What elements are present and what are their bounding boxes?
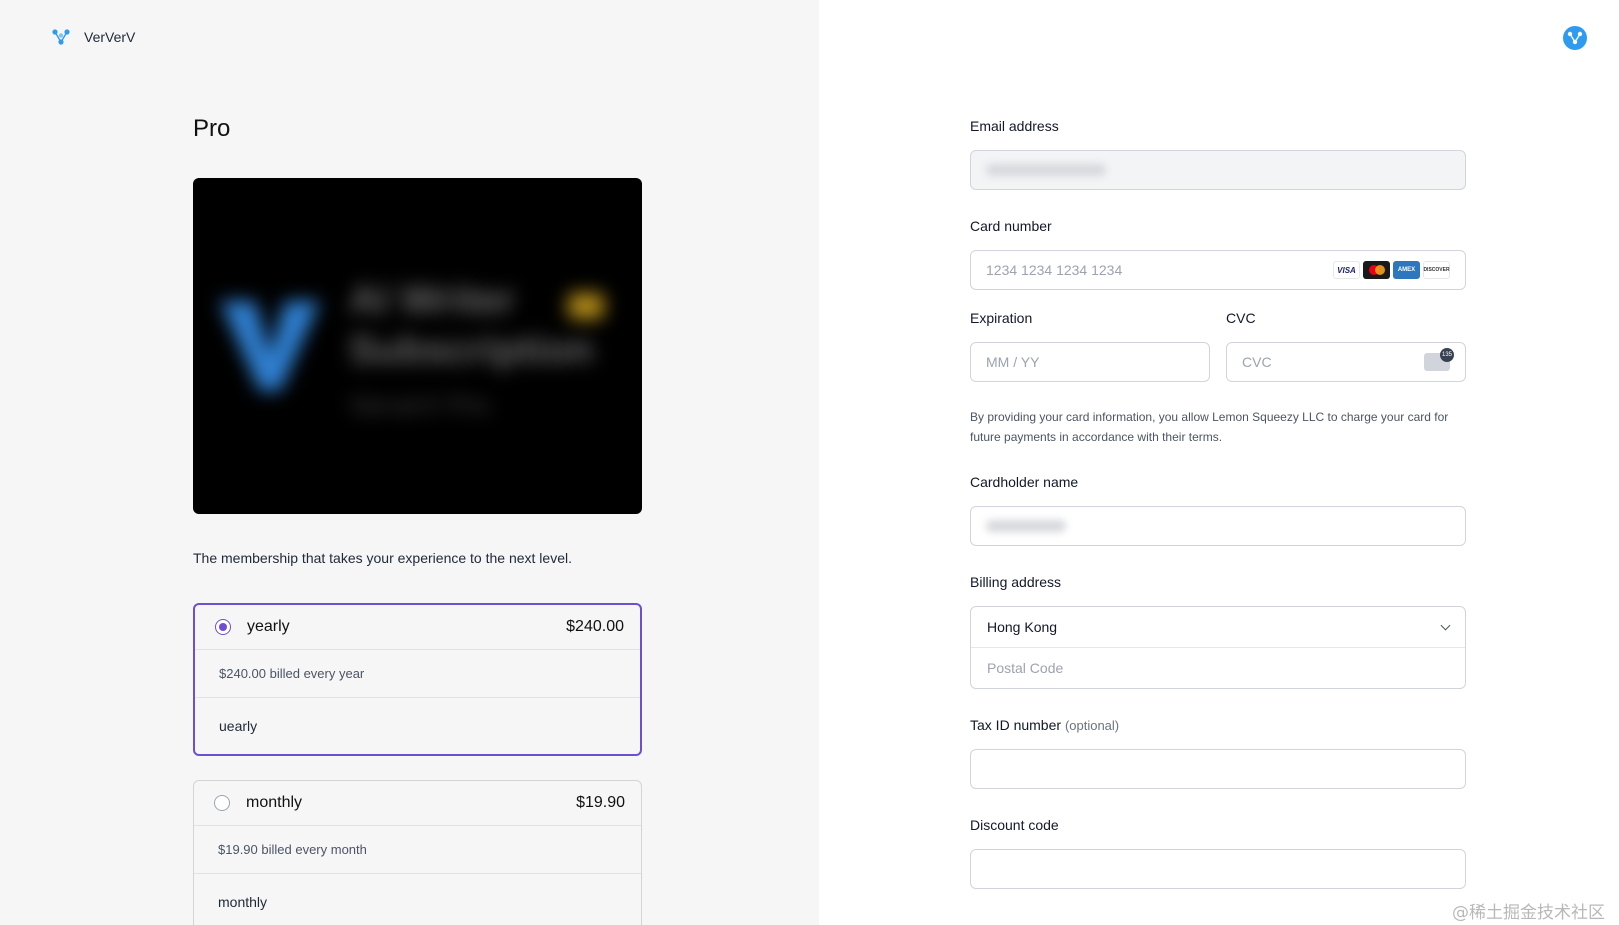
card-brand-icons: VISA AMEX DISCOVER — [1333, 261, 1450, 279]
card-number-input[interactable]: 1234 1234 1234 1234 VISA AMEX DISCOVER — [970, 250, 1466, 290]
country-select[interactable]: Hong Kong — [971, 607, 1465, 648]
avatar-logo-icon — [1567, 31, 1583, 45]
expiration-placeholder: MM / YY — [986, 354, 1040, 370]
postal-code-placeholder: Postal Code — [987, 660, 1064, 676]
amex-icon: AMEX — [1393, 261, 1420, 279]
discount-code-input[interactable] — [970, 849, 1466, 889]
billing-address-label: Billing address — [970, 574, 1062, 590]
cvc-label: CVC — [1226, 310, 1256, 326]
watermark: @稀土掘金技术社区 — [1452, 903, 1605, 923]
card-number-placeholder: 1234 1234 1234 1234 — [986, 262, 1123, 278]
email-field[interactable] — [970, 150, 1466, 190]
plan-price: $19.90 — [576, 794, 625, 811]
brand[interactable]: VerVerV — [52, 29, 135, 45]
cvc-input[interactable]: CVC — [1226, 342, 1466, 382]
product-image-logo — [220, 301, 320, 391]
ververv-logo-icon — [52, 29, 70, 45]
brand-name: VerVerV — [84, 29, 136, 45]
email-value-redacted — [986, 164, 1106, 176]
product-image-line3: VerverV Pro — [349, 390, 490, 420]
plan-header[interactable]: yearly $240.00 — [195, 605, 640, 650]
card-terms: By providing your card information, you … — [970, 410, 1449, 444]
plan-note: uearly — [219, 718, 258, 734]
card-number-label: Card number — [970, 218, 1052, 234]
product-title: Pro — [193, 115, 231, 142]
chevron-down-icon — [1440, 620, 1451, 630]
radio-dot-icon — [219, 623, 227, 631]
tax-id-input[interactable] — [970, 749, 1466, 789]
product-image-badge — [568, 293, 604, 319]
account-avatar-icon[interactable] — [1563, 26, 1587, 50]
plan-option-yearly[interactable]: yearly $240.00 $240.00 billed every year… — [193, 603, 642, 756]
cvc-placeholder: CVC — [1242, 354, 1272, 370]
cardholder-input[interactable] — [970, 506, 1466, 546]
cardholder-label: Cardholder name — [970, 474, 1079, 490]
cvc-card-icon — [1424, 348, 1454, 371]
product-image-line1: AI Writer — [349, 278, 515, 322]
tax-id-label: Tax ID number (optional) — [970, 717, 1119, 733]
plan-header[interactable]: monthly $19.90 — [194, 781, 641, 826]
plan-radio[interactable] — [214, 795, 230, 811]
tax-id-optional: (optional) — [1064, 718, 1120, 733]
plan-price: $240.00 — [566, 618, 624, 635]
billing-address-group: Hong Kong Postal Code — [970, 606, 1466, 689]
product-image: AI Writer Subscription VerverV Pro — [193, 178, 642, 514]
discover-icon: DISCOVER — [1423, 261, 1450, 279]
product-description: The membership that takes your experienc… — [193, 550, 572, 566]
discount-code-label: Discount code — [970, 817, 1059, 833]
cardholder-value-redacted — [986, 520, 1066, 532]
plan-note: monthly — [218, 894, 268, 910]
email-label: Email address — [970, 118, 1059, 134]
expiration-label: Expiration — [970, 310, 1033, 326]
product-image-line2: Subscription — [349, 328, 594, 372]
visa-icon: VISA — [1333, 261, 1360, 279]
mastercard-icon — [1363, 261, 1390, 279]
expiration-input[interactable]: MM / YY — [970, 342, 1210, 382]
plan-name: yearly — [247, 618, 290, 635]
plan-name: monthly — [246, 794, 303, 811]
country-value: Hong Kong — [987, 619, 1058, 635]
plan-billing: $240.00 billed every year — [195, 650, 640, 698]
plan-radio[interactable] — [215, 619, 231, 635]
postal-code-input[interactable]: Postal Code — [971, 648, 1465, 688]
tax-id-label-text: Tax ID number — [970, 717, 1062, 733]
plan-option-monthly[interactable]: monthly $19.90 $19.90 billed every month… — [193, 780, 642, 925]
plan-billing: $19.90 billed every month — [194, 826, 641, 874]
product-panel: VerVerV Pro AI Writer Subscription Verve… — [0, 0, 819, 925]
